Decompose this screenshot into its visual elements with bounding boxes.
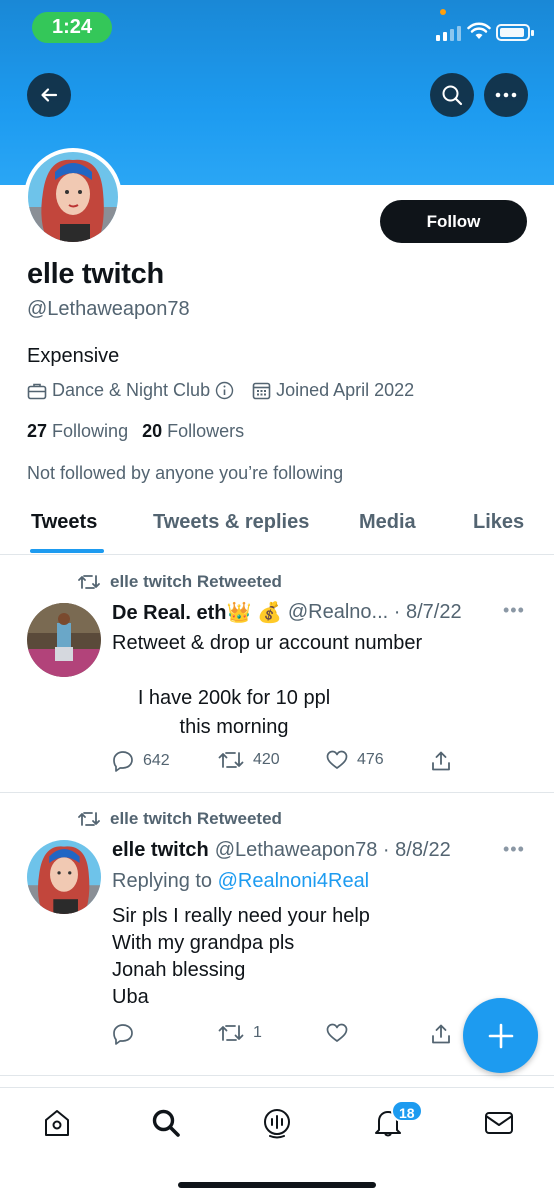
retweet-button[interactable]: 1 [218,1023,262,1043]
profile-meta: Dance & Night Club Joined April 2022 [27,380,432,401]
share-button[interactable] [430,1023,452,1045]
tab-likes[interactable]: Likes [473,511,524,534]
search-button[interactable] [430,73,474,117]
privacy-indicator-dot [440,9,446,15]
retweet-context: elle twitch Retweeted [78,809,282,829]
follow-counts: 27 Following 20 Followers [27,421,244,442]
tweet-item[interactable]: elle twitch Retweeted De Real. eth👑 💰 @R… [0,556,554,793]
replying-to-handle[interactable]: @Realnoni4Real [218,870,370,892]
nav-spaces[interactable] [260,1106,294,1140]
share-button[interactable] [430,750,452,772]
profile-tabs: Tweets Tweets & replies Media Likes [0,497,554,555]
more-options-button[interactable] [484,73,528,117]
reply-icon [113,1024,133,1045]
tweet-text: Retweet & drop ur account number [112,632,423,654]
profile-joined: Joined April 2022 [252,380,414,401]
more-icon [495,92,517,98]
tweet-handle-date: @Realno... · 8/7/22 [287,601,462,623]
reply-button[interactable]: 642 [112,750,170,772]
home-icon [45,1110,69,1136]
reply-icon [113,751,133,772]
search-icon [442,85,463,106]
info-icon[interactable] [215,381,234,400]
tweet-header: elle twitch @Lethaweapon78 · 8/8/22 [112,839,451,862]
retweet-context: elle twitch Retweeted [78,572,282,592]
retweet-icon [78,575,100,589]
status-time: 1:24 [32,12,112,43]
category-label: Dance & Night Club [52,380,211,400]
retweeted-by: elle twitch Retweeted [110,572,282,591]
reply-button[interactable] [112,1023,143,1045]
profile-handle: @Lethaweapon78 [27,298,190,320]
nav-search[interactable] [149,1106,183,1140]
calendar-icon [252,382,271,400]
share-icon [432,751,450,771]
battery-icon [496,24,534,41]
spaces-icon [264,1109,290,1139]
tab-tweets-replies[interactable]: Tweets & replies [153,511,309,534]
arrow-left-icon [41,88,58,102]
profile-bio: Expensive [27,345,120,367]
share-icon [432,1024,450,1044]
tweet-actions: 642 420 476 [112,750,472,776]
tweet-text: Sir pls I really need your help With my … [112,905,370,1008]
plus-icon [488,1023,513,1048]
tweet-text-centered: I have 200k for 10 ppl this morning [137,687,331,738]
tweet-author-name[interactable]: elle twitch [112,839,209,862]
heart-icon [326,1023,348,1042]
notifications-badge: 18 [391,1100,423,1122]
tweet-actions: 1 [112,1023,472,1049]
compose-tweet-button[interactable] [463,998,538,1073]
profile-name: elle twitch [27,258,164,290]
not-followed-notice: Not followed by anyone you’re following [27,463,344,483]
tab-tweets[interactable]: Tweets [31,511,97,534]
search-icon [152,1109,180,1137]
briefcase-icon [27,383,47,399]
retweet-icon [78,812,100,826]
mail-icon [485,1112,513,1134]
tweet-author-avatar[interactable] [27,840,101,914]
tab-media[interactable]: Media [359,511,416,534]
followers-link[interactable]: 20 Followers [142,421,244,442]
nav-home[interactable] [40,1106,74,1140]
retweet-button[interactable]: 420 [218,750,280,770]
tweet-author-name[interactable]: De Real. eth👑 💰 [112,600,282,625]
tweet-author-avatar[interactable] [27,603,101,677]
profile-avatar[interactable] [24,148,122,246]
home-indicator [178,1182,376,1188]
back-button[interactable] [27,73,71,117]
following-link[interactable]: 27 Following [27,421,128,442]
avatar-photo [27,840,101,914]
active-tab-indicator [30,549,104,553]
avatar-photo [27,603,101,677]
follow-button[interactable]: Follow [380,200,527,243]
tweet-header: De Real. eth👑 💰 @Realno... · 8/7/22 [112,600,462,625]
heart-icon [326,750,348,769]
cellular-signal-icon [436,24,461,41]
retweet-icon [218,1025,244,1041]
wifi-icon [467,22,491,39]
joined-label: Joined April 2022 [276,380,415,400]
tweet-more-icon[interactable]: ••• [503,600,525,621]
tweet-more-icon[interactable]: ••• [503,839,525,860]
profile-category: Dance & Night Club [27,380,234,401]
retweeted-by: elle twitch Retweeted [110,809,282,828]
tweet-handle-date: @Lethaweapon78 · 8/8/22 [214,839,451,861]
like-button[interactable]: 476 [326,750,384,770]
avatar-photo [28,152,118,242]
replying-to: Replying to @Realnoni4Real [112,870,370,892]
like-button[interactable] [326,1023,357,1043]
nav-messages[interactable] [482,1106,516,1140]
retweet-icon [218,752,244,768]
